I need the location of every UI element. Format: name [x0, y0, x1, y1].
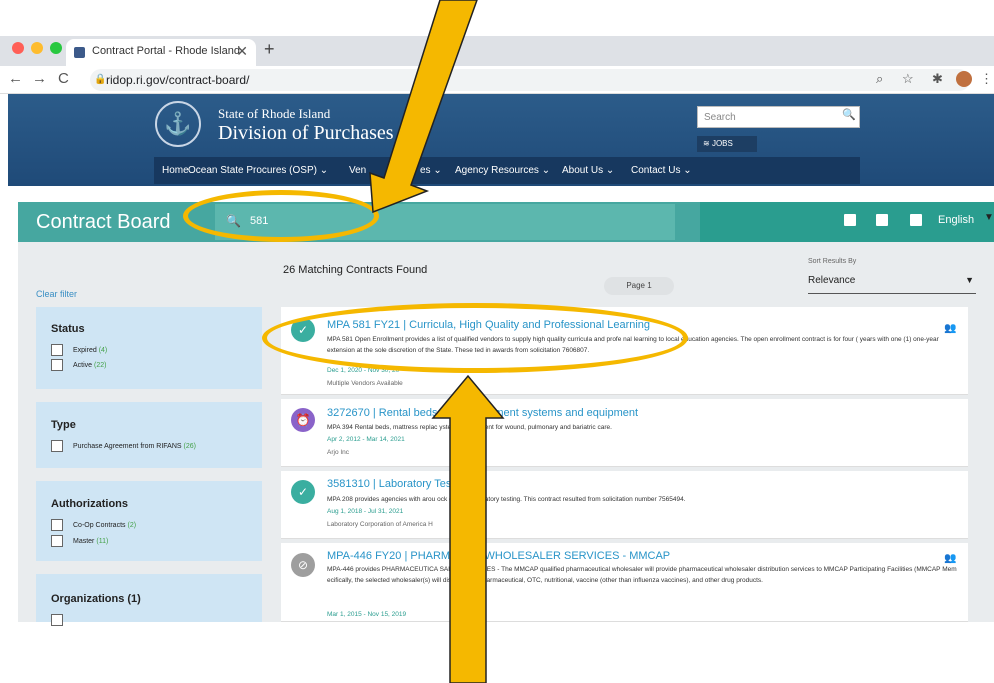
browser-tab-title: Contract Portal - Rhode Island: [92, 45, 240, 57]
checkbox-master[interactable]: [51, 535, 63, 547]
tab-close-icon[interactable]: ✕: [236, 43, 248, 60]
result-title-link[interactable]: 3581310 | Laboratory Testin ces: [327, 478, 483, 490]
result-description: MPA 208 provides agencies with arou ock …: [327, 496, 686, 503]
result-vendor: Multiple Vendors Available: [327, 380, 403, 387]
result-description: MPA-446 provides PHARMACEUTICA SALER SER…: [327, 566, 957, 584]
filter-option-co-op-contracts[interactable]: Co-Op Contracts (2): [73, 522, 136, 529]
nav-item-home[interactable]: Home: [162, 165, 189, 176]
filter-option-purchase-agreement[interactable]: Purchase Agreement from RIFANS (26): [73, 443, 196, 450]
result-title-link[interactable]: 3272670 | Rental beds, matt placement sy…: [327, 407, 638, 419]
rss-icon: ≋: [703, 139, 712, 148]
result-description: MPA 394 Rental beds, mattress replac yst…: [327, 424, 612, 431]
result-date-range: Apr 2, 2012 - Mar 14, 2021: [327, 436, 405, 443]
nav-item-ocean-state-procures[interactable]: Ocean State Procures (OSP) ⌄: [188, 165, 328, 176]
checkbox-expired[interactable]: [51, 344, 63, 356]
window-minimize-control[interactable]: [31, 42, 43, 54]
alarm-clock-icon: ⏰: [291, 408, 315, 432]
division-name[interactable]: Division of Purchases: [218, 122, 394, 145]
jobs-label: JOBS: [711, 139, 733, 148]
highlight-ellipse-search: [183, 190, 379, 242]
jobs-button[interactable]: ≋ JOBS: [697, 136, 757, 152]
filter-option-expired[interactable]: Expired (4): [73, 347, 107, 354]
site-favicon-icon: [74, 47, 85, 58]
grid-view-icon[interactable]: [876, 214, 888, 226]
state-name[interactable]: State of Rhode Island: [218, 106, 330, 122]
browser-menu-icon[interactable]: ⋮: [980, 71, 993, 87]
match-count: 26 Matching Contracts Found: [283, 264, 428, 276]
zoom-icon[interactable]: ⌕: [876, 71, 883, 87]
site-search-icon[interactable]: 🔍: [842, 108, 856, 121]
filter-option-active[interactable]: Active (22): [73, 362, 106, 369]
contact-card-icon[interactable]: [910, 214, 922, 226]
lock-icon: 🔒: [94, 74, 107, 85]
new-tab-button[interactable]: +: [264, 39, 275, 60]
filter-title: Type: [51, 419, 76, 431]
checkbox-organization[interactable]: [51, 614, 63, 626]
filter-panel-status: [36, 307, 262, 389]
nav-item-agency-resources[interactable]: Agency Resources ⌄: [455, 165, 550, 176]
address-bar[interactable]: 🔒 ridop.ri.gov/contract-board/: [90, 69, 970, 91]
multiple-vendors-icon: 👥: [944, 553, 957, 564]
chevron-down-icon: ▼: [965, 275, 974, 285]
filter-title: Organizations (1): [51, 593, 141, 605]
multiple-vendors-icon: 👥: [944, 323, 957, 334]
sort-value: Relevance: [808, 275, 856, 286]
state-seal-icon[interactable]: ⚓: [155, 101, 201, 147]
screenshot-stage: Contract Portal - Rhode Island ✕ + ← → C…: [0, 0, 994, 683]
filter-option-master[interactable]: Master (11): [73, 538, 108, 545]
filter-title: Status: [51, 323, 85, 335]
chevron-down-icon[interactable]: ▼: [984, 212, 994, 223]
back-arrow-icon[interactable]: ←: [8, 70, 23, 87]
list-view-icon[interactable]: [844, 214, 856, 226]
result-vendor: Arjo Inc: [327, 449, 350, 456]
checkbox-co-op-contracts[interactable]: [51, 519, 63, 531]
nav-item-vendor-resources-end[interactable]: es ⌄: [420, 165, 442, 176]
window-zoom-control[interactable]: [50, 42, 62, 54]
site-search-input[interactable]: Search: [697, 106, 860, 128]
clear-filter-link[interactable]: Clear filter: [36, 289, 77, 299]
sort-label: Sort Results By: [808, 258, 857, 265]
page-indicator[interactable]: Page 1: [604, 277, 674, 295]
browser-tab[interactable]: Contract Portal - Rhode Island ✕: [66, 39, 256, 66]
bookmark-star-icon[interactable]: ☆: [902, 71, 914, 87]
highlight-ellipse-result: [262, 303, 688, 373]
result-date-range: Mar 1, 2015 - Nov 15, 2019: [327, 611, 407, 618]
expired-block-icon: ⊘: [291, 553, 315, 577]
window-close-control[interactable]: [12, 42, 24, 54]
page-title: Contract Board: [36, 211, 171, 233]
reload-icon[interactable]: C: [58, 70, 69, 87]
language-select[interactable]: English: [938, 214, 974, 226]
nav-item-vendor-resources[interactable]: Ven: [349, 165, 366, 176]
filter-panel-authorizations: [36, 481, 262, 561]
sort-select[interactable]: Relevance ▼: [808, 270, 976, 294]
nav-item-about-us[interactable]: About Us ⌄: [562, 165, 614, 176]
checkbox-purchase-agreement[interactable]: [51, 440, 63, 452]
active-check-icon: ✓: [291, 480, 315, 504]
filter-title: Authorizations: [51, 498, 128, 510]
result-date-range: Aug 1, 2018 - Jul 31, 2021: [327, 508, 404, 515]
result-vendor: Laboratory Corporation of America H: [327, 521, 433, 528]
nav-item-contact-us[interactable]: Contact Us ⌄: [631, 165, 692, 176]
result-title-link[interactable]: MPA-446 FY20 | PHARMACE L WHOLESALER SER…: [327, 550, 670, 562]
checkbox-active[interactable]: [51, 359, 63, 371]
profile-avatar-icon[interactable]: [956, 71, 972, 87]
extensions-icon[interactable]: ✱: [932, 71, 943, 87]
filter-panel-type: [36, 402, 262, 468]
address-bar-url: ridop.ri.gov/contract-board/: [106, 73, 250, 87]
forward-arrow-icon[interactable]: →: [32, 70, 47, 87]
